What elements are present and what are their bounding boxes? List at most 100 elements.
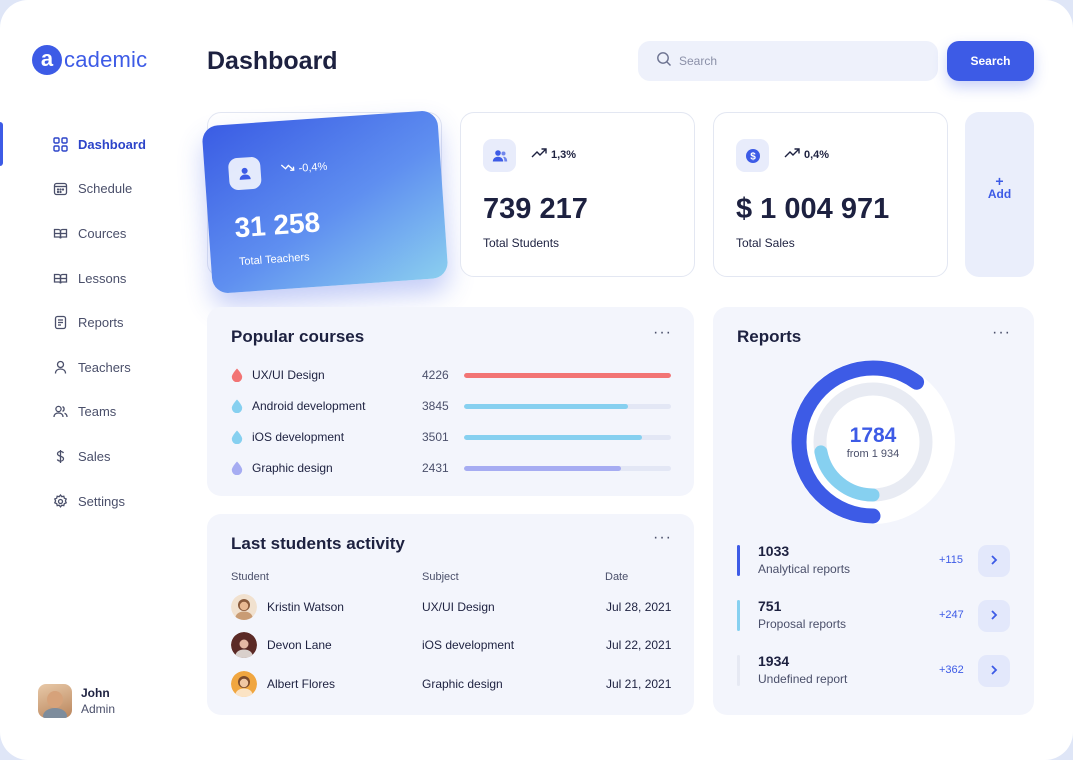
sidebar-item-cources[interactable]: Cources [0,211,180,256]
trend-up-icon [784,148,800,161]
table-row[interactable]: Kristin Watson UX/UI Design Jul 28, 2021 [231,593,681,621]
stat-delta: 1,3% [531,148,576,161]
report-row: 1033 Analytical reports +115 [737,543,1013,579]
logo[interactable]: a cademic [32,45,147,75]
sidebar-item-reports[interactable]: Reports [0,300,180,345]
document-icon [52,315,68,331]
calendar-icon [52,181,68,197]
more-menu-icon[interactable]: ··· [653,530,672,546]
sidebar-item-label: Lessons [78,270,127,286]
student-subject: Graphic design [422,677,503,691]
activity-date: Jul 28, 2021 [606,600,672,614]
progress-fill [464,372,671,378]
progress-fill [464,465,622,471]
sidebar-item-label: Teams [78,404,117,420]
chevron-right-icon [989,664,999,679]
more-menu-icon[interactable]: ··· [653,325,672,341]
avatar [231,594,257,620]
drop-icon [231,399,243,414]
progress-fill [464,434,643,440]
student-name: Kristin Watson [267,600,344,614]
course-name: iOS development [252,430,345,444]
column-header-student: Student [231,571,269,583]
report-color-marker [737,600,740,631]
more-menu-icon[interactable]: ··· [992,325,1011,341]
course-row[interactable]: Android development 3845 [231,396,671,416]
table-row[interactable]: Devon Lane iOS development Jul 22, 2021 [231,631,681,659]
popular-courses-panel: Popular courses ··· UX/UI Design 4226 An… [207,307,694,496]
course-name: UX/UI Design [252,368,325,382]
report-open-button[interactable] [978,545,1010,577]
student-subject: UX/UI Design [422,600,495,614]
add-button[interactable]: + Add [965,112,1034,277]
sidebar-item-label: Teachers [78,359,131,375]
stat-card-teachers[interactable]: -0,4% 31 258 Total Teachers [201,109,449,295]
sidebar-item-dashboard[interactable]: Dashboard [0,122,180,167]
course-name: Android development [252,399,366,413]
sidebar-item-label: Sales [78,448,111,464]
panel-title: Reports [737,327,802,346]
sidebar-item-settings[interactable]: Settings [0,479,180,524]
report-open-button[interactable] [978,600,1010,632]
avatar [231,671,257,697]
report-delta: +247 [939,609,964,621]
course-row[interactable]: iOS development 3501 [231,427,671,447]
stat-card-students[interactable]: 1,3% 739 217 Total Students [460,112,695,277]
sidebar-item-label: Cources [78,225,127,241]
stat-delta: -0,4% [280,160,328,176]
column-header-subject: Subject [422,571,459,583]
search-box[interactable] [638,41,938,81]
sidebar-item-label: Reports [78,315,124,331]
progress-bar [464,403,671,409]
stat-label: Total Students [483,236,560,250]
table-row[interactable]: Albert Flores Graphic design Jul 21, 202… [231,670,681,698]
book-open-icon [52,270,68,286]
progress-bar [464,434,671,440]
sidebar-item-lessons[interactable]: Lessons [0,256,180,301]
activity-panel: Last students activity ··· Student Subje… [207,514,694,715]
course-row[interactable]: UX/UI Design 4226 [231,365,671,385]
user-profile[interactable]: John Admin [38,684,115,718]
dollar-icon [52,448,68,464]
course-count: 3845 [422,399,449,413]
sidebar-item-teachers[interactable]: Teachers [0,345,180,390]
student-name: Devon Lane [267,638,332,652]
user-name: John [81,686,110,700]
users-icon [52,404,68,420]
progress-fill [464,403,628,409]
report-name: Analytical reports [758,562,851,576]
plus-icon: + [995,172,1004,189]
sidebar-item-sales[interactable]: Sales [0,434,180,479]
logo-mark: a [32,45,62,75]
stat-delta-value: 1,3% [551,148,577,161]
page-title: Dashboard [207,47,338,75]
stat-label: Total Sales [736,236,795,250]
course-row[interactable]: Graphic design 2431 [231,458,671,478]
avatar [38,684,72,718]
course-count: 3501 [422,430,449,444]
trend-down-icon [280,162,295,176]
sidebar-item-label: Dashboard [78,136,146,152]
sidebar-nav: Dashboard Schedule Cources Lessons Repor… [0,122,180,523]
logo-text: cademic [64,47,148,72]
user-icon [227,156,262,191]
report-color-marker [737,545,740,576]
drop-icon [231,368,243,383]
search-icon [656,51,672,72]
course-name: Graphic design [252,461,333,475]
report-color-marker [737,655,740,686]
stat-delta-value: 0,4% [804,148,830,161]
sidebar-item-teams[interactable]: Teams [0,390,180,435]
stat-value: $ 1 004 971 [736,193,890,225]
grid-icon [52,136,68,152]
sidebar-item-schedule[interactable]: Schedule [0,167,180,212]
column-header-date: Date [605,571,629,583]
search-button[interactable]: Search [947,41,1034,81]
report-open-button[interactable] [978,655,1010,687]
stat-card-sales[interactable]: $ 0,4% $ 1 004 971 Total Sales [713,112,948,277]
donut-total: 1784 [849,424,897,447]
stat-value: 31 258 [233,206,322,244]
search-input[interactable] [679,54,919,68]
book-icon [52,225,68,241]
trend-up-icon [531,148,547,161]
